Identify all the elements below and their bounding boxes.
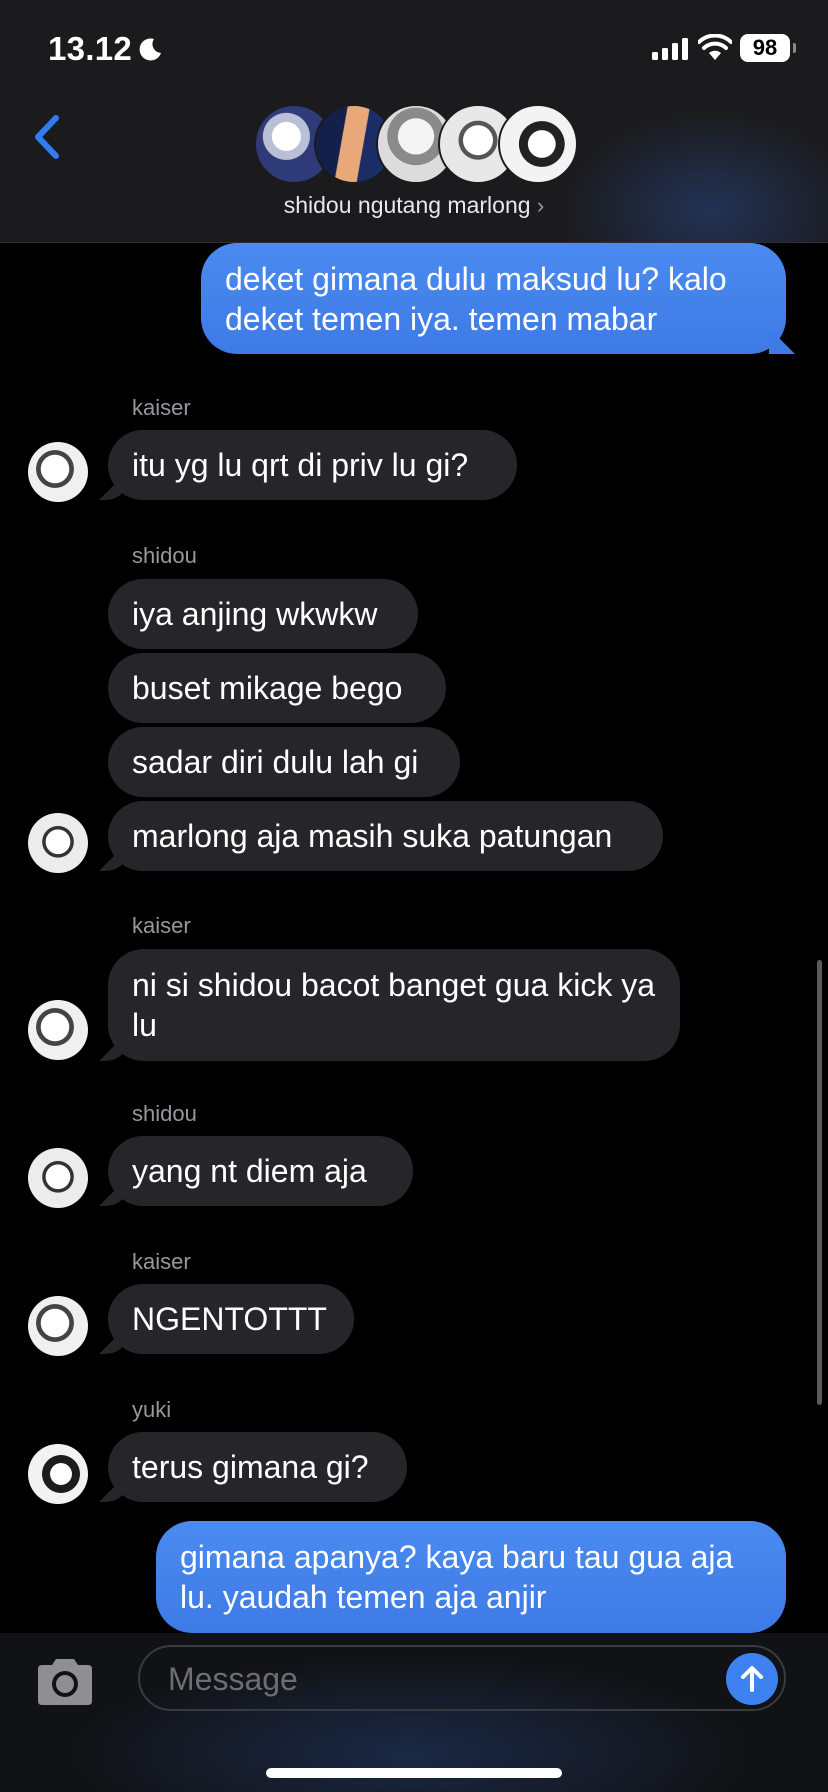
group-title-text: shidou ngutang marlong bbox=[283, 192, 531, 218]
home-indicator[interactable] bbox=[266, 1768, 562, 1778]
message-text: itu yg lu qrt di priv lu gi? bbox=[132, 447, 469, 483]
sender-name: shidou bbox=[132, 1101, 197, 1126]
message-text: buset mikage bego bbox=[132, 670, 403, 706]
composer-bar bbox=[0, 1633, 828, 1792]
status-bar: 13.12 98 bbox=[0, 0, 828, 100]
camera-icon[interactable] bbox=[34, 1657, 96, 1707]
sender-name: yuki bbox=[132, 1397, 172, 1422]
message-text: sadar diri dulu lah gi bbox=[132, 744, 419, 780]
group-avatars[interactable] bbox=[254, 104, 578, 184]
message-input[interactable] bbox=[166, 1647, 650, 1711]
send-arrow-icon bbox=[741, 1666, 763, 1692]
message-text: yang nt diem aja bbox=[132, 1153, 367, 1189]
moon-icon bbox=[139, 38, 162, 61]
sender-name: kaiser bbox=[132, 395, 191, 420]
back-chevron-icon[interactable] bbox=[28, 112, 68, 162]
group-avatar-5 bbox=[498, 104, 578, 184]
group-title[interactable]: shidou ngutang marlong › bbox=[0, 192, 828, 219]
signal-icon bbox=[652, 38, 688, 60]
incoming-message[interactable]: marlong aja masih suka patungan bbox=[108, 801, 663, 871]
outgoing-message[interactable]: gimana apanya? kaya baru tau gua aja lu.… bbox=[156, 1521, 786, 1633]
sender-name: kaiser bbox=[132, 913, 191, 938]
incoming-message[interactable]: yang nt diem aja bbox=[108, 1136, 413, 1206]
avatar-yuki[interactable] bbox=[28, 1444, 88, 1504]
battery-level: 98 bbox=[752, 35, 778, 60]
message-text: ni si shidou bacot banget gua kick ya lu bbox=[132, 967, 655, 1043]
message-text: gimana apanya? kaya baru tau gua aja lu.… bbox=[180, 1539, 734, 1615]
wifi-icon bbox=[698, 34, 732, 60]
chevron-right-icon: › bbox=[536, 193, 545, 218]
scrollbar[interactable] bbox=[817, 960, 822, 1405]
send-button[interactable] bbox=[726, 1653, 778, 1705]
battery-indicator: 98 bbox=[740, 34, 796, 62]
avatar-kaiser[interactable] bbox=[28, 1000, 88, 1060]
incoming-message[interactable]: NGENTOTTT bbox=[108, 1284, 354, 1354]
message-list[interactable]: deket gimana dulu maksud lu? kalo deket … bbox=[0, 243, 828, 1633]
incoming-message[interactable]: terus gimana gi? bbox=[108, 1432, 407, 1502]
avatar-shidou[interactable] bbox=[28, 813, 88, 873]
message-text: marlong aja masih suka patungan bbox=[132, 818, 613, 854]
avatar-kaiser[interactable] bbox=[28, 1296, 88, 1356]
outgoing-message[interactable]: deket gimana dulu maksud lu? kalo deket … bbox=[201, 243, 786, 354]
incoming-message[interactable]: ni si shidou bacot banget gua kick ya lu bbox=[108, 949, 680, 1061]
message-input-field[interactable] bbox=[138, 1645, 786, 1711]
incoming-message[interactable]: sadar diri dulu lah gi bbox=[108, 727, 460, 797]
message-text: NGENTOTTT bbox=[132, 1301, 327, 1337]
status-time: 13.12 bbox=[48, 30, 164, 68]
sender-name: kaiser bbox=[132, 1249, 191, 1274]
message-text: iya anjing wkwkw bbox=[132, 596, 378, 632]
avatar-kaiser[interactable] bbox=[28, 442, 88, 502]
avatar-shidou[interactable] bbox=[28, 1148, 88, 1208]
incoming-message[interactable]: iya anjing wkwkw bbox=[108, 579, 418, 649]
message-text: terus gimana gi? bbox=[132, 1449, 369, 1485]
incoming-message[interactable]: buset mikage bego bbox=[108, 653, 446, 723]
message-text: deket gimana dulu maksud lu? kalo deket … bbox=[225, 260, 727, 337]
time-text: 13.12 bbox=[48, 30, 133, 67]
incoming-message[interactable]: itu yg lu qrt di priv lu gi? bbox=[108, 430, 517, 500]
sender-name: shidou bbox=[132, 543, 197, 568]
